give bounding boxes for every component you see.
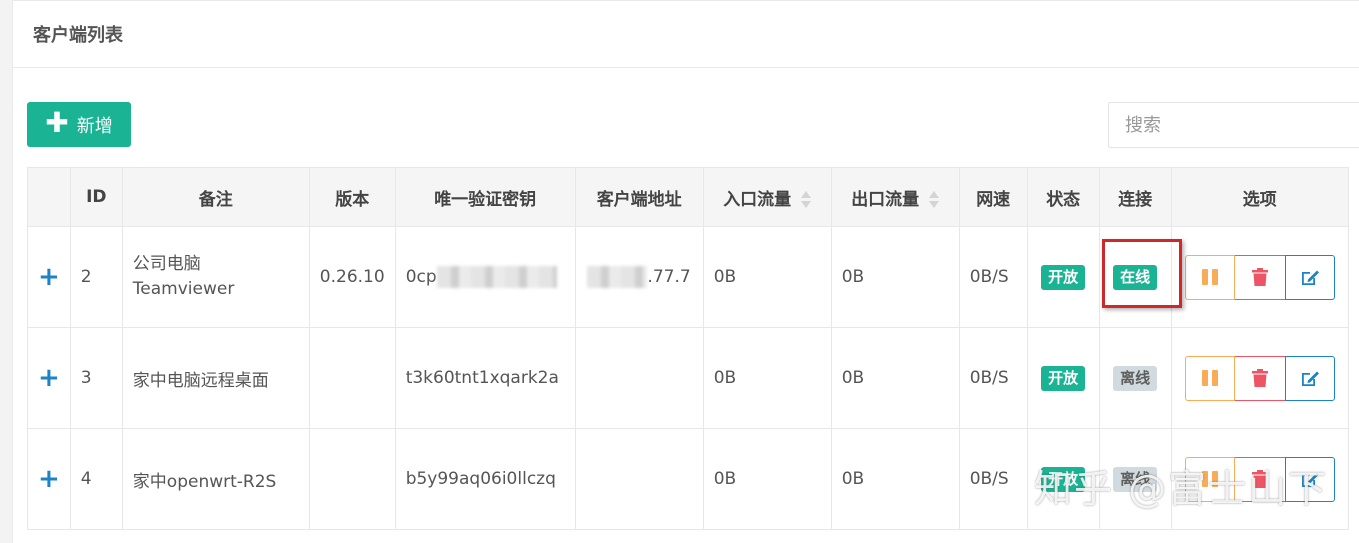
pause-button[interactable]: [1184, 355, 1235, 401]
header-expand: [27, 167, 71, 227]
cell-speed: 0B/S: [958, 226, 1028, 328]
header-remark[interactable]: 备注: [121, 167, 310, 227]
plus-icon: ✚: [45, 106, 69, 139]
table-row: + 3 家中电脑远程桌面 t3k60tnt1xqark2a 0B 0B 0B/S…: [27, 327, 1349, 429]
watermark: 知乎 @富士山下: [1034, 467, 1329, 511]
status-badge: 开放: [1041, 365, 1086, 391]
pause-icon: [1201, 269, 1218, 285]
header-speed[interactable]: 网速: [958, 167, 1028, 227]
cell-status: 开放: [1026, 327, 1100, 429]
cell-in-traffic: 0B: [702, 226, 832, 328]
trash-icon: [1251, 369, 1268, 387]
cell-remark: 家中电脑远程桌面: [121, 327, 310, 429]
cell-address: [574, 428, 704, 530]
header-key[interactable]: 唯一验证密钥: [394, 167, 576, 227]
plus-icon[interactable]: +: [27, 327, 71, 429]
cell-in-traffic: 0B: [702, 428, 832, 530]
highlight-annotation: [1102, 239, 1182, 308]
cell-status: 开放: [1026, 226, 1100, 328]
search-input[interactable]: [1108, 102, 1359, 148]
pause-icon: [1201, 370, 1218, 386]
add-client-button[interactable]: ✚ 新增: [27, 102, 131, 147]
connection-badge: 离线: [1113, 365, 1158, 391]
table-header-row: ID 备注 版本 唯一验证密钥 客户端地址 入口流量 出口流量 网速 状态 连接…: [27, 167, 1349, 227]
header-in-traffic[interactable]: 入口流量: [702, 167, 832, 227]
header-out-traffic[interactable]: 出口流量: [830, 167, 960, 227]
cell-version: [308, 327, 396, 429]
cell-key: 0cp: [394, 226, 576, 328]
cell-remark: 公司电脑 Teamviewer: [121, 226, 310, 328]
cell-id: 4: [69, 428, 123, 530]
delete-button[interactable]: [1234, 254, 1285, 300]
header-version[interactable]: 版本: [308, 167, 396, 227]
cell-speed: 0B/S: [958, 428, 1028, 530]
redacted-key: [436, 266, 557, 288]
cell-out-traffic: 0B: [830, 327, 960, 429]
cell-id: 2: [69, 226, 123, 328]
cell-speed: 0B/S: [958, 327, 1028, 429]
pause-button[interactable]: [1184, 254, 1235, 300]
plus-icon[interactable]: +: [27, 226, 71, 328]
sort-icon[interactable]: [801, 191, 812, 208]
delete-button[interactable]: [1234, 355, 1285, 401]
trash-icon: [1251, 268, 1268, 286]
cell-id: 3: [69, 327, 123, 429]
add-button-label: 新增: [76, 115, 113, 137]
edit-icon: [1301, 371, 1319, 386]
cell-out-traffic: 0B: [830, 428, 960, 530]
cell-out-traffic: 0B: [830, 226, 960, 328]
plus-icon[interactable]: +: [27, 428, 71, 530]
cell-options: [1170, 327, 1349, 429]
cell-in-traffic: 0B: [702, 327, 832, 429]
status-badge: 开放: [1041, 264, 1086, 290]
edit-button[interactable]: [1284, 355, 1335, 401]
cell-key: t3k60tnt1xqark2a: [394, 327, 576, 429]
cell-version: 0.26.10: [308, 226, 396, 328]
header-address[interactable]: 客户端地址: [574, 167, 704, 227]
cell-version: [308, 428, 396, 530]
cell-address: [574, 327, 704, 429]
header-status[interactable]: 状态: [1026, 167, 1100, 227]
cell-connection: 离线: [1098, 327, 1172, 429]
cell-key: b5y99aq06i0llczq: [394, 428, 576, 530]
header-id[interactable]: ID: [69, 167, 123, 227]
edit-button[interactable]: [1284, 254, 1335, 300]
panel-title: 客户端列表: [13, 1, 1359, 68]
cell-options: [1170, 226, 1349, 328]
edit-icon: [1301, 270, 1319, 285]
redacted-address: [587, 266, 648, 288]
header-options: 选项: [1170, 167, 1349, 227]
cell-address: .77.7: [574, 226, 704, 328]
header-connection[interactable]: 连接: [1098, 167, 1172, 227]
sort-icon[interactable]: [929, 191, 940, 208]
cell-remark: 家中openwrt-R2S: [121, 428, 310, 530]
